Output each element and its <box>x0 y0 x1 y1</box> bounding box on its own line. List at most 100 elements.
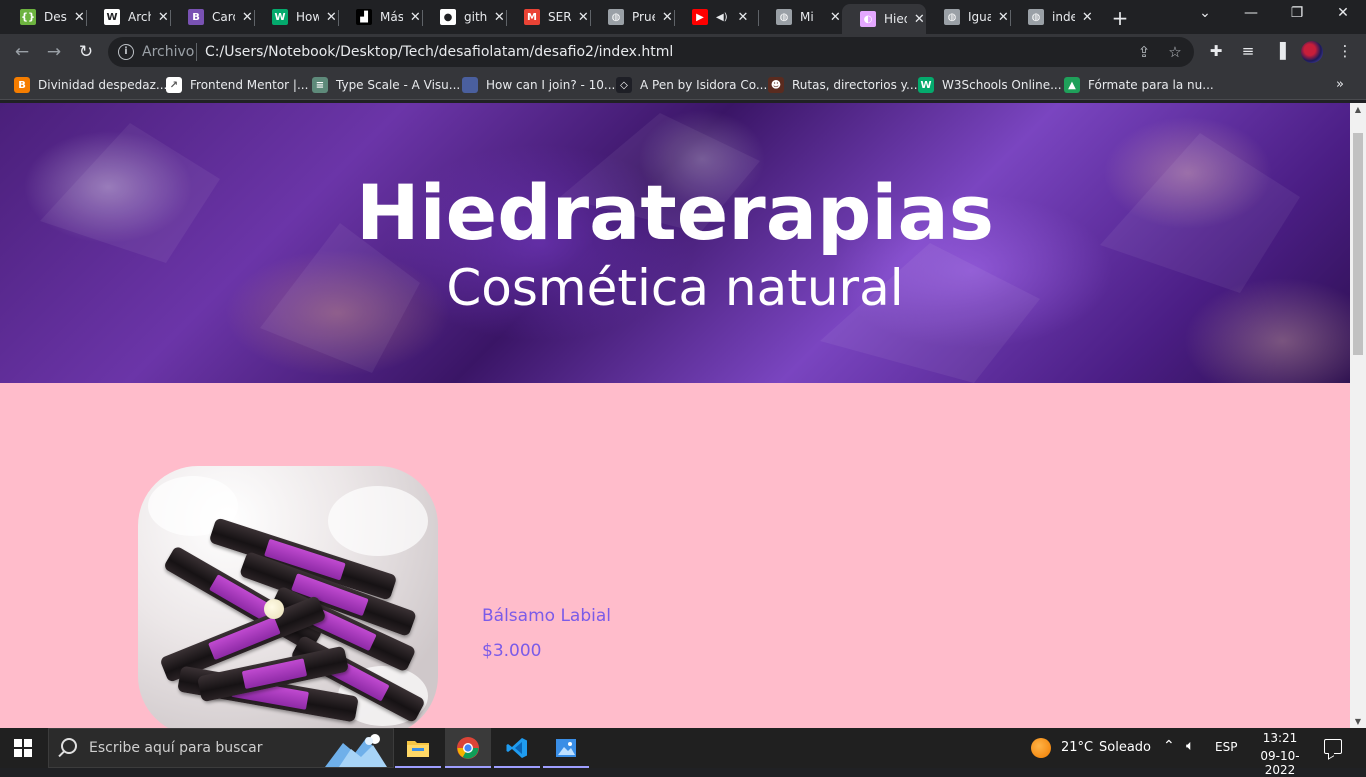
tab-close-icon[interactable]: ✕ <box>409 10 422 25</box>
more-bookmarks-chevron-icon[interactable]: » <box>1336 77 1344 92</box>
tab-close-icon[interactable]: ✕ <box>829 10 842 25</box>
address-scheme-label: Archivo <box>142 44 195 60</box>
tab-close-icon[interactable]: ✕ <box>157 10 170 25</box>
language-indicator[interactable]: ESP <box>1215 740 1237 754</box>
tab-close-icon[interactable]: ✕ <box>1081 10 1094 25</box>
browser-tab[interactable]: M SERVICIOS ✕ <box>506 4 590 30</box>
search-icon <box>61 738 77 754</box>
search-highlight-illustration <box>325 734 387 767</box>
browser-tab[interactable]: ◍ Igual ✕ <box>926 4 1010 30</box>
tab-close-icon[interactable]: ✕ <box>913 12 926 27</box>
menu-kebab-icon[interactable]: ⋮ <box>1335 42 1355 60</box>
clock-date[interactable]: 09-10-2022 <box>1248 749 1312 777</box>
tab-title: index <box>1052 10 1075 24</box>
taskbar-photos[interactable] <box>543 728 589 768</box>
back-button[interactable]: ← <box>11 41 33 63</box>
forward-button[interactable]: → <box>43 41 65 63</box>
bookmark-item[interactable]: B Divinidad despedaz... <box>14 76 167 94</box>
tray-chevron-up-icon[interactable]: ⌃ <box>1163 738 1175 754</box>
browser-tab[interactable]: B Card ✕ <box>170 4 254 30</box>
frontend-mentor-icon: ↗ <box>166 77 182 93</box>
w3schools-icon: W <box>272 9 288 25</box>
product-price: $3.000 <box>482 641 542 661</box>
browser-tab[interactable]: ▶◀)YouTube✕ <box>674 4 758 30</box>
tab-close-icon[interactable]: ✕ <box>997 10 1010 25</box>
media-control-icon[interactable]: ≡ <box>1238 42 1258 60</box>
bookmark-item[interactable]: ↗ Frontend Mentor |... <box>166 76 308 94</box>
tab-search-chevron-icon[interactable]: ⌄ <box>1195 5 1215 21</box>
bookmark-label: Frontend Mentor |... <box>190 78 309 92</box>
chrome-icon <box>457 737 479 759</box>
browser-tab[interactable]: W How ✕ <box>254 4 338 30</box>
info-icon[interactable]: i <box>118 44 134 60</box>
notification-center-icon[interactable] <box>1324 739 1342 754</box>
tab-title: Desafío <box>44 10 67 24</box>
globe-icon: ◍ <box>608 9 624 25</box>
browser-tab[interactable]: ◍ Prueba ✕ <box>590 4 674 30</box>
taskbar-chrome[interactable] <box>445 728 491 768</box>
bookmark-item[interactable]: ▲ Fórmate para la nu... <box>1064 76 1214 94</box>
bookmark-item[interactable]: W W3Schools Online... <box>918 76 1062 94</box>
bookmark-item[interactable]: ≡ Type Scale - A Visu... <box>312 76 460 94</box>
bookmark-label: How can I join? - 10... <box>486 78 616 92</box>
tab-close-icon[interactable]: ✕ <box>73 10 86 25</box>
vscode-icon <box>506 738 527 758</box>
side-panel-icon[interactable]: ▐ <box>1270 42 1290 60</box>
bookmark-star-icon[interactable]: ☆ <box>1166 43 1184 61</box>
browser-tab[interactable]: ◐ Hiedraterapias ✕ <box>842 4 926 34</box>
bookmark-label: A Pen by Isidora Co... <box>640 78 768 92</box>
weather-condition[interactable]: Soleado <box>1099 740 1151 755</box>
tab-close-icon[interactable]: ✕ <box>661 10 674 25</box>
tab-title: How <box>296 10 319 24</box>
scroll-thumb[interactable] <box>1353 133 1363 355</box>
bookmark-item[interactable]: How can I join? - 10... <box>462 76 615 94</box>
volume-icon[interactable]: 🔈︎ <box>1186 738 1194 754</box>
audio-playing-icon[interactable]: ◀) <box>716 12 730 23</box>
minimize-button[interactable]: — <box>1241 5 1261 21</box>
page-viewport: Hiedraterapias Cosmética natural Bálsamo… <box>0 103 1350 728</box>
address-bar[interactable]: i Archivo C:/Users/Notebook/Desktop/Tech… <box>108 37 1194 67</box>
blogger-icon: B <box>14 77 30 93</box>
taskbar-search-box[interactable]: Escribe aquí para buscar <box>48 728 394 768</box>
hero-subtitle: Cosmética natural <box>446 259 904 317</box>
bookmarks-bar: B Divinidad despedaz... ↗ Frontend Mentor |… <box>0 70 1366 100</box>
weather-temperature[interactable]: 21°C <box>1061 740 1093 755</box>
address-url[interactable]: C:/Users/Notebook/Desktop/Tech/desafiola… <box>205 44 673 60</box>
browser-tab[interactable]: {} Desafío ✕ <box>2 4 86 30</box>
profile-avatar[interactable] <box>1301 41 1323 63</box>
share-icon[interactable]: ⇪ <box>1135 43 1153 61</box>
browser-tab[interactable]: ◍ index ✕ <box>1010 4 1094 30</box>
taskbar-vscode[interactable] <box>494 728 540 768</box>
tab-close-icon[interactable]: ✕ <box>241 10 254 25</box>
photos-icon <box>556 739 576 757</box>
reload-button[interactable]: ↻ <box>75 41 97 63</box>
taskbar-file-explorer[interactable] <box>395 728 441 768</box>
product-image <box>138 466 438 728</box>
browser-tab[interactable]: ◍ Mi ✕ <box>758 4 842 30</box>
scroll-up-arrow-icon[interactable]: ▲ <box>1350 105 1366 114</box>
page-icon: ◐ <box>860 11 876 27</box>
education-icon: ▲ <box>1064 77 1080 93</box>
browser-tab[interactable]: ▟ Más ✕ <box>338 4 422 30</box>
browser-tab[interactable]: W Archivo ✕ <box>86 4 170 30</box>
tab-close-icon[interactable]: ✕ <box>736 10 750 25</box>
restore-button[interactable]: ❐ <box>1287 5 1307 21</box>
page-scrollbar[interactable]: ▲ ▼ <box>1350 103 1366 728</box>
tab-close-icon[interactable]: ✕ <box>577 10 590 25</box>
browser-tab[interactable]: ● github ✕ <box>422 4 506 30</box>
new-tab-button[interactable]: + <box>1110 6 1130 30</box>
clock-time[interactable]: 13:21 <box>1262 731 1298 745</box>
bookmark-label: Divinidad despedaz... <box>38 78 168 92</box>
extensions-puzzle-icon[interactable]: ✚ <box>1206 42 1226 60</box>
weather-sun-icon[interactable] <box>1031 738 1051 758</box>
close-window-button[interactable]: ✕ <box>1333 5 1353 21</box>
bookmark-item[interactable]: ◇ A Pen by Isidora Co... <box>616 76 767 94</box>
address-divider <box>196 43 197 61</box>
tab-close-icon[interactable]: ✕ <box>325 10 338 25</box>
tab-title: Card <box>212 10 235 24</box>
bookmark-item[interactable]: ☻ Rutas, directorios y... <box>768 76 918 94</box>
product-name: Bálsamo Labial <box>482 606 611 626</box>
windows-start-icon[interactable] <box>14 739 32 757</box>
scroll-down-arrow-icon[interactable]: ▼ <box>1350 717 1366 726</box>
tab-close-icon[interactable]: ✕ <box>493 10 506 25</box>
